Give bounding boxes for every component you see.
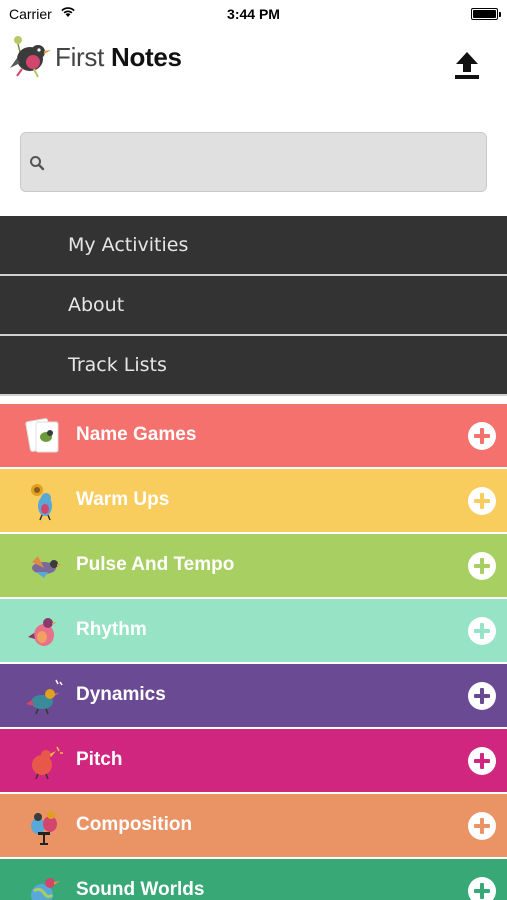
category-label: Pulse And Tempo [76,554,235,575]
category-label: Warm Ups [76,489,170,510]
category-label: Rhythm [76,619,147,640]
cards-bird-icon [25,418,59,453]
bird-logo-icon [10,36,51,78]
app-logo-title: First Notes [55,42,182,73]
category-composition[interactable]: Composition [0,794,507,857]
plus-icon[interactable] [468,812,496,840]
menu-item-about[interactable]: About [0,276,507,336]
menu-item-label: My Activities [68,234,189,256]
logo-first: First [55,42,105,72]
app-header: First Notes [0,28,507,98]
upload-icon[interactable] [449,46,485,82]
category-list: Name Games Warm Ups Pulse And Tempo Rhyt… [0,404,507,900]
flying-bird-icon [32,556,62,578]
status-time: 3:44 PM [227,6,280,22]
search-box[interactable] [20,132,487,192]
menu-item-track-lists[interactable]: Track Lists [0,336,507,396]
search-input[interactable] [51,133,481,191]
plus-icon[interactable] [468,552,496,580]
plus-icon[interactable] [468,877,496,900]
plus-icon[interactable] [468,682,496,710]
globe-bird-icon [31,878,60,900]
category-name-games[interactable]: Name Games [0,404,507,467]
main-menu: My Activities About Track Lists [0,216,507,396]
search-icon [30,156,45,171]
singing-bird-icon [32,746,63,780]
sunflower-bird-icon [31,484,52,521]
category-label: Name Games [76,424,197,445]
plus-icon[interactable] [468,617,496,645]
category-sound-worlds[interactable]: Sound Worlds [0,859,507,900]
plus-icon[interactable] [468,487,496,515]
plus-icon[interactable] [468,422,496,450]
logo-notes: Notes [110,42,182,72]
pink-bird-icon [28,618,57,646]
menu-item-label: About [68,294,125,316]
status-bar: Carrier 3:44 PM [0,0,507,28]
plus-icon[interactable] [468,747,496,775]
category-dynamics[interactable]: Dynamics [0,664,507,727]
composer-birds-icon [31,811,57,845]
category-label: Composition [76,814,193,835]
category-warm-ups[interactable]: Warm Ups [0,469,507,532]
category-rhythm[interactable]: Rhythm [0,599,507,662]
music-bird-icon [26,679,63,715]
category-pitch[interactable]: Pitch [0,729,507,792]
category-label: Sound Worlds [76,879,205,900]
battery-icon [471,8,501,20]
category-label: Pitch [76,749,123,770]
menu-item-label: Track Lists [68,354,167,376]
category-pulse-and-tempo[interactable]: Pulse And Tempo [0,534,507,597]
category-label: Dynamics [76,684,166,705]
menu-item-my-activities[interactable]: My Activities [0,216,507,276]
